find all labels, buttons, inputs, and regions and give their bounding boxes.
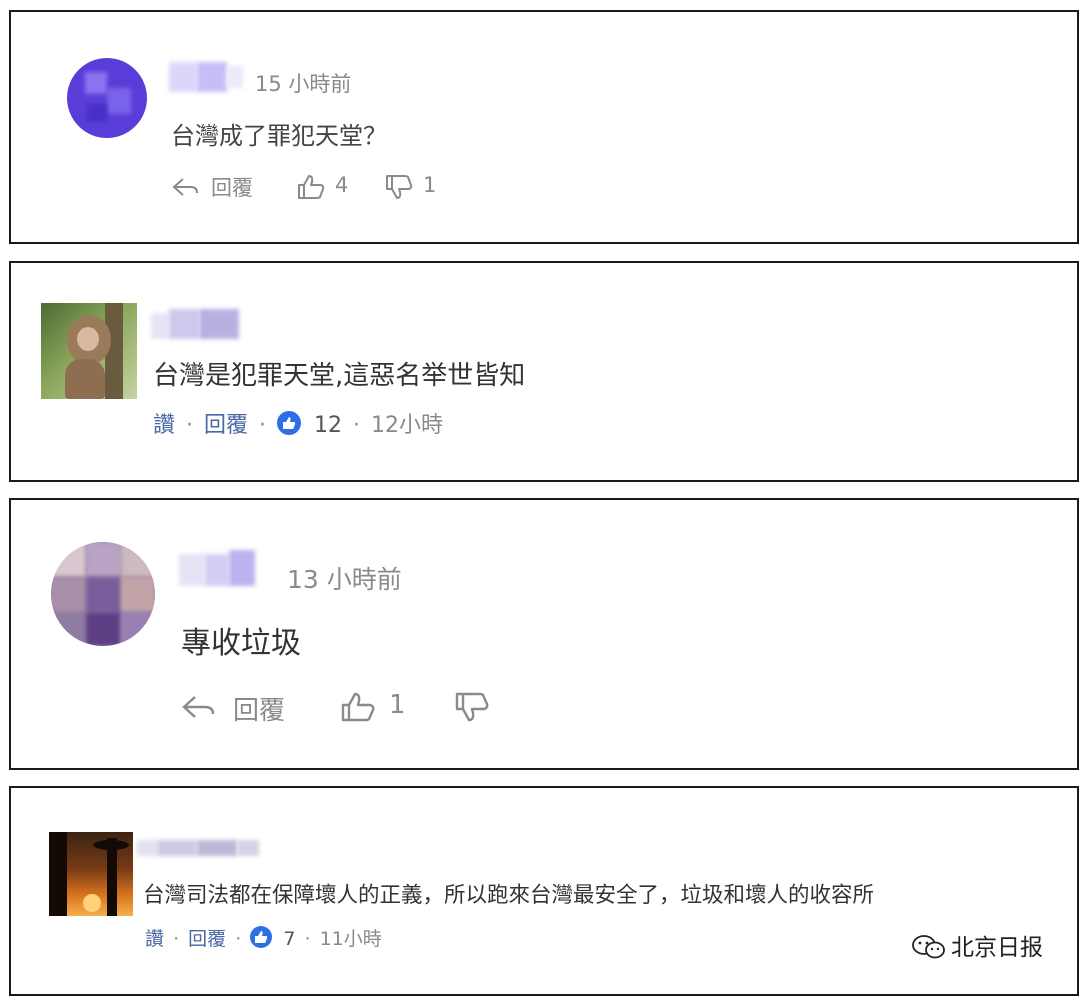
reply-link[interactable]: 回覆 xyxy=(188,928,226,950)
watermark-text: 北京日报 xyxy=(951,935,1043,961)
action-row: 讚 · 回覆 · 12 · 12小時 xyxy=(153,407,444,438)
like-reaction-icon[interactable] xyxy=(277,411,302,435)
timestamp: 13 小時前 xyxy=(287,565,402,594)
comment-card-4: 台灣司法都在保障壞人的正義，所以跑來台灣最安全了，垃圾和壞人的收容所 讚 · 回… xyxy=(9,786,1079,996)
like-reaction-icon[interactable] xyxy=(250,926,273,948)
comment-text: 專收垃圾 xyxy=(181,626,301,661)
reply-arrow-icon xyxy=(172,178,198,196)
comment-text: 台灣成了罪犯天堂？ xyxy=(171,122,387,150)
reply-label: 回覆 xyxy=(211,176,253,200)
like-count: 4 xyxy=(335,173,349,197)
like-link[interactable]: 讚 xyxy=(145,928,164,950)
sun xyxy=(83,894,101,912)
wechat-icon xyxy=(912,935,945,959)
separator: · xyxy=(235,928,242,950)
timestamp: 15 小時前 xyxy=(255,72,352,96)
separator: · xyxy=(173,928,180,950)
avatar[interactable] xyxy=(51,542,155,646)
separator: · xyxy=(186,413,194,438)
palm-silhouette xyxy=(49,832,67,916)
reaction-count: 7 xyxy=(283,928,296,950)
comment-card-2: 台灣是犯罪天堂,這惡名举世皆知 讚 · 回覆 · 12 · 12小時 xyxy=(9,261,1079,482)
comment-text: 台灣是犯罪天堂,這惡名举世皆知 xyxy=(153,361,526,391)
comment-card-1: 15 小時前 台灣成了罪犯天堂？ 回覆 4 1 xyxy=(9,10,1079,244)
reply-link[interactable]: 回覆 xyxy=(204,413,248,438)
thumbs-down-icon xyxy=(455,692,489,722)
thumbs-down-icon xyxy=(386,175,413,199)
username-redacted[interactable] xyxy=(169,60,245,94)
action-row: 讚 · 回覆 · 7 · 11小時 xyxy=(145,924,382,952)
avatar[interactable] xyxy=(41,303,137,399)
avatar[interactable] xyxy=(67,58,147,138)
reply-arrow-icon xyxy=(182,696,215,718)
comment-text: 台灣司法都在保障壞人的正義，所以跑來台灣最安全了，垃圾和壞人的收容所 xyxy=(143,883,875,908)
comment-card-3: 13 小時前 專收垃圾 回覆 1 xyxy=(9,498,1079,770)
separator: · xyxy=(304,928,311,950)
separator: · xyxy=(353,413,361,438)
like-count: 1 xyxy=(389,690,406,720)
username-redacted[interactable] xyxy=(137,836,263,860)
reply-label: 回覆 xyxy=(233,696,286,726)
watermark: 北京日报 xyxy=(911,928,1043,962)
thumbs-up-icon xyxy=(341,692,375,722)
thumbs-up-icon xyxy=(298,175,325,199)
avatar[interactable] xyxy=(49,832,133,916)
like-link[interactable]: 讚 xyxy=(153,413,175,438)
username-redacted[interactable] xyxy=(151,305,241,343)
dislike-count: 1 xyxy=(423,173,437,197)
reaction-count: 12 xyxy=(314,413,343,438)
timestamp: 11小時 xyxy=(319,928,382,950)
username-redacted[interactable] xyxy=(179,550,269,592)
separator: · xyxy=(259,413,267,438)
timestamp: 12小時 xyxy=(371,413,444,438)
